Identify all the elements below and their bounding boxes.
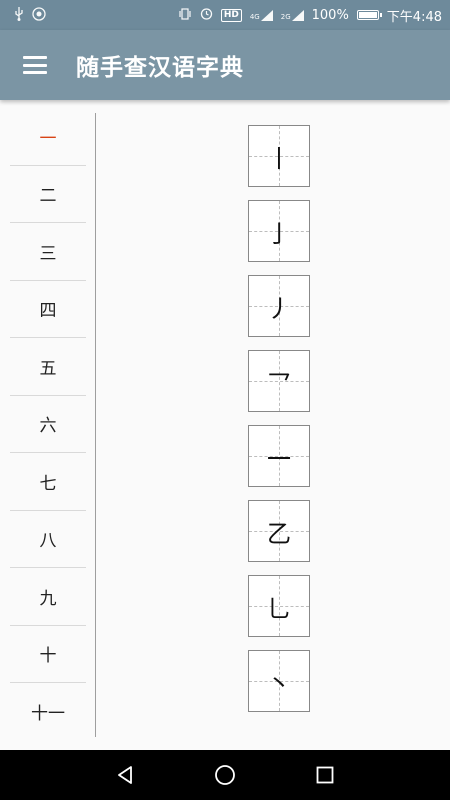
radical-cell[interactable]: 丨 [248, 125, 310, 187]
radical-list: 丨亅丿乛一乙乚丶 [248, 125, 310, 725]
battery-percent: 100% [311, 7, 349, 23]
stroke-count-item[interactable]: 四 [10, 281, 86, 338]
network-4g-label: 4G [249, 12, 260, 21]
stroke-count-item[interactable]: 十 [10, 626, 86, 683]
radical-char: 丨 [267, 144, 291, 173]
hd-badge: HD [220, 8, 242, 22]
radical-char: 丿 [267, 294, 291, 323]
stroke-count-item[interactable]: 三 [10, 223, 86, 281]
recents-icon [316, 766, 334, 784]
battery-icon [356, 10, 382, 20]
stroke-count-item[interactable]: 六 [10, 396, 86, 453]
stroke-count-item[interactable]: 二 [10, 166, 86, 223]
radical-cell[interactable]: 乙 [248, 500, 310, 562]
radical-char: 丶 [267, 669, 291, 698]
network-2g-label: 2G [280, 12, 291, 21]
navigation-bar [0, 750, 450, 800]
menu-button[interactable] [0, 30, 70, 100]
radical-cell[interactable]: 一 [248, 425, 310, 487]
status-bar: HD 4G 2G 100% 下午4:48 [0, 0, 450, 30]
radical-cell[interactable]: 丿 [248, 275, 310, 337]
app-title: 随手查汉语字典 [76, 55, 244, 81]
radical-char: 亅 [267, 219, 291, 248]
radical-char: 乚 [267, 594, 291, 623]
radical-cell[interactable]: 丶 [248, 650, 310, 712]
radical-cell[interactable]: 乛 [248, 350, 310, 412]
sidebar-divider [95, 113, 96, 737]
back-button[interactable] [75, 750, 175, 800]
home-button[interactable] [175, 750, 275, 800]
recents-button[interactable] [275, 750, 375, 800]
clock: 下午4:48 [386, 9, 442, 25]
signal-4g-icon: 4G [249, 9, 273, 21]
signal-2g-icon: 2G [280, 9, 304, 21]
stroke-count-item[interactable]: 七 [10, 453, 86, 511]
radical-char: 一 [267, 444, 291, 473]
stroke-count-item[interactable]: 一 [10, 108, 86, 166]
stroke-count-item[interactable]: 十一 [10, 683, 86, 741]
vibrate-icon [178, 7, 192, 23]
radical-char: 乛 [267, 369, 291, 398]
stroke-count-item[interactable]: 八 [10, 511, 86, 568]
android-debug-icon [32, 6, 46, 24]
stroke-count-list: 一二三四五六七八九十十一 [10, 108, 86, 741]
radical-char: 乙 [267, 519, 291, 548]
stroke-count-item[interactable]: 五 [10, 338, 86, 396]
battery-level [358, 12, 377, 18]
app-bar: 随手查汉语字典 [0, 30, 450, 100]
radical-cell[interactable]: 乚 [248, 575, 310, 637]
back-icon [118, 766, 132, 784]
radical-cell[interactable]: 亅 [248, 200, 310, 262]
usb-icon [14, 6, 24, 24]
home-icon [215, 765, 235, 785]
hamburger-menu-icon [23, 56, 47, 74]
alarm-icon [200, 7, 213, 23]
stroke-count-item[interactable]: 九 [10, 568, 86, 626]
